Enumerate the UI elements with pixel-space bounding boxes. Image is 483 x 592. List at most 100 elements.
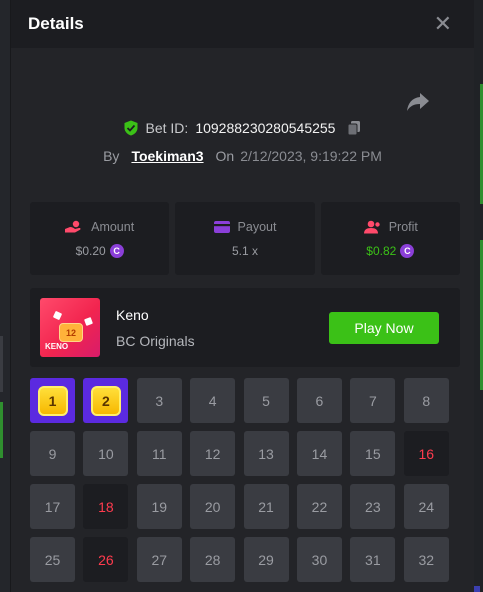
keno-cell[interactable]: 8 (403, 378, 449, 423)
keno-cell-number: 16 (418, 445, 435, 462)
keno-cell[interactable]: 24 (403, 484, 449, 529)
keno-cell[interactable]: 14 (296, 431, 342, 476)
keno-cell-number: 31 (365, 551, 381, 568)
keno-cell[interactable]: 16 (403, 431, 449, 476)
background-accent (0, 402, 3, 458)
keno-cell[interactable]: 1 (30, 378, 75, 423)
background-app-left (0, 0, 10, 592)
keno-cell[interactable]: 3 (136, 378, 182, 423)
bet-id-label: Bet ID: (145, 120, 189, 136)
keno-cell[interactable]: 10 (83, 431, 129, 476)
card-icon (213, 220, 230, 233)
profit-value: $0.82 (366, 243, 397, 258)
thumbnail-label: KENO (45, 342, 69, 351)
keno-cell-number: 21 (258, 498, 274, 515)
play-now-button[interactable]: Play Now (329, 312, 439, 344)
on-label: On (215, 148, 235, 164)
keno-cell[interactable]: 31 (350, 537, 396, 582)
bet-id-row: Bet ID: 109288230280545255 (11, 120, 474, 136)
bet-details-modal: Details ✕ Bet ID: 109288230280545255 By … (11, 0, 474, 592)
keno-cell[interactable]: 26 (83, 537, 129, 582)
keno-cell-number: 20 (204, 498, 221, 515)
keno-cell-number: 14 (311, 445, 328, 462)
username-link[interactable]: Toekiman3 (131, 148, 203, 164)
keno-cell[interactable]: 12 (190, 431, 236, 476)
keno-cell-number: 28 (204, 551, 221, 568)
hit-gem-icon: 1 (37, 385, 68, 416)
keno-cell-number: 15 (365, 445, 381, 462)
keno-cell-number: 8 (422, 392, 431, 409)
keno-cell[interactable]: 23 (350, 484, 396, 529)
dice-icon (52, 310, 63, 321)
coin-icon: C (109, 243, 124, 258)
keno-cell[interactable]: 5 (243, 378, 289, 423)
keno-cell-number: 11 (152, 445, 167, 462)
keno-number-grid: 1 2 3 4 5 6 7 8 9 10 11 12 13 14 15 16 17 18 19 20 21 22 23 24 2… (30, 378, 460, 582)
keno-cell[interactable]: 29 (243, 537, 289, 582)
bet-date: 2/12/2023, 9:19:22 PM (240, 148, 382, 164)
keno-cell[interactable]: 13 (243, 431, 289, 476)
hit-gem-icon: 2 (90, 385, 121, 416)
payout-label: Payout (237, 219, 277, 234)
keno-cell-number: 24 (418, 498, 435, 515)
game-name: Keno (116, 307, 149, 323)
keno-cell[interactable]: 11 (136, 431, 182, 476)
keno-cell-number: 3 (155, 392, 164, 409)
payout-stat: Payout 5.1 x (175, 202, 315, 275)
keno-cell[interactable]: 19 (136, 484, 182, 529)
keno-ball-icon: 12 (59, 323, 83, 342)
bet-stats: Amount $0.20 C Payout 5.1 x Profit $0.82… (30, 202, 460, 275)
keno-cell-number: 30 (311, 551, 328, 568)
copy-icon[interactable] (346, 120, 362, 136)
keno-cell[interactable]: 32 (403, 537, 449, 582)
keno-cell[interactable]: 6 (296, 378, 342, 423)
keno-cell[interactable]: 21 (243, 484, 289, 529)
keno-cell[interactable]: 7 (350, 378, 396, 423)
background-accent (0, 336, 3, 392)
keno-cell[interactable]: 22 (296, 484, 342, 529)
keno-cell-number: 25 (44, 551, 61, 568)
keno-cell-number: 13 (258, 445, 274, 462)
keno-cell-number: 29 (258, 551, 274, 568)
keno-cell[interactable]: 2 (83, 378, 129, 423)
hand-coins-icon (65, 220, 81, 232)
profit-stat: Profit $0.82 C (320, 202, 460, 275)
keno-cell-number: 19 (151, 498, 168, 515)
bet-author-row: By Toekiman3 On 2/12/2023, 9:19:22 PM (11, 148, 474, 164)
keno-cell-number: 18 (98, 498, 114, 515)
keno-cell[interactable]: 9 (30, 431, 75, 476)
keno-cell[interactable]: 28 (190, 537, 236, 582)
dice-icon (84, 317, 93, 326)
keno-cell[interactable]: 18 (83, 484, 129, 529)
game-card: 12 KENO Keno BC Originals Play Now (30, 288, 460, 367)
keno-cell-number: 4 (208, 392, 217, 409)
user-profit-icon (363, 220, 380, 233)
keno-cell[interactable]: 17 (30, 484, 75, 529)
modal-header: Details ✕ (11, 0, 474, 48)
coin-icon: C (400, 243, 415, 258)
keno-cell[interactable]: 15 (350, 431, 396, 476)
profit-label: Profit (388, 219, 418, 234)
keno-cell[interactable]: 30 (296, 537, 342, 582)
keno-cell[interactable]: 4 (190, 378, 236, 423)
keno-cell-number: 22 (311, 498, 328, 515)
keno-cell-number: 26 (98, 551, 114, 568)
keno-thumbnail[interactable]: 12 KENO (40, 298, 100, 357)
keno-cell-number: 23 (365, 498, 381, 515)
keno-cell[interactable]: 27 (136, 537, 182, 582)
keno-cell-number: 10 (98, 445, 114, 462)
keno-cell-number: 6 (315, 392, 324, 409)
close-icon[interactable]: ✕ (434, 13, 452, 35)
payout-value: 5.1 x (231, 243, 258, 258)
amount-label: Amount (91, 219, 135, 234)
verified-shield-icon (124, 120, 138, 136)
amount-stat: Amount $0.20 C (30, 202, 170, 275)
keno-cell-number: 12 (204, 445, 221, 462)
keno-cell[interactable]: 25 (30, 537, 75, 582)
keno-cell-number: 27 (151, 551, 168, 568)
amount-value: $0.20 (75, 243, 106, 258)
keno-cell[interactable]: 20 (190, 484, 236, 529)
share-icon[interactable] (406, 90, 430, 112)
keno-cell-number: 5 (262, 392, 270, 409)
keno-cell-number: 32 (418, 551, 435, 568)
